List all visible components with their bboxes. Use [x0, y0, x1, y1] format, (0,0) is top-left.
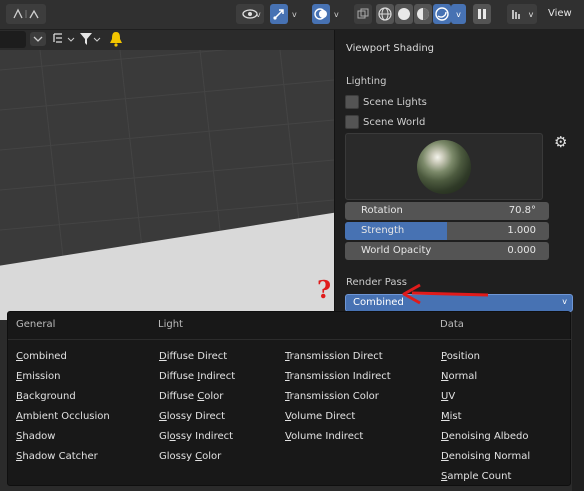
render-pass-option[interactable]: Mist — [441, 407, 530, 427]
overlay-icon[interactable] — [312, 4, 330, 24]
dropdown-value: Combined — [353, 297, 404, 308]
pause-icon[interactable] — [473, 4, 491, 24]
checkbox-box[interactable] — [345, 115, 359, 129]
scene-world-checkbox[interactable]: Scene World — [345, 115, 425, 129]
funnel-filter-icon[interactable] — [79, 32, 101, 49]
render-pass-option[interactable]: Ambient Occlusion — [16, 407, 110, 427]
outliner-filter-icon[interactable] — [52, 32, 76, 49]
checkbox-box[interactable] — [345, 95, 359, 109]
render-pass-option[interactable]: Diffuse Indirect — [159, 367, 235, 387]
render-pass-option[interactable]: Transmission Indirect — [285, 367, 391, 387]
slider-label: Rotation — [361, 205, 403, 216]
mode-field[interactable] — [0, 31, 26, 48]
chevron-down-icon: v — [562, 297, 567, 306]
view-menu[interactable]: View — [548, 8, 572, 19]
chevron-down-icon: v — [456, 9, 461, 19]
strength-slider[interactable]: Strength 1.000 — [345, 222, 549, 240]
solid-shading-icon[interactable] — [395, 4, 413, 24]
chevron-down-icon[interactable]: v — [256, 10, 261, 19]
rotation-slider[interactable]: Rotation 70.8° — [345, 202, 549, 220]
render-pass-option[interactable]: Transmission Direct — [285, 347, 391, 367]
menu-column-transmission: Transmission Direct Transmission Indirect… — [285, 347, 391, 447]
render-pass-option[interactable]: Denoising Albedo — [441, 427, 530, 447]
xray-icon[interactable] — [354, 4, 372, 24]
render-pass-option[interactable]: Transmission Color — [285, 387, 391, 407]
render-pass-option[interactable]: Denoising Normal — [441, 447, 530, 467]
slider-value: 0.000 — [507, 245, 536, 256]
menu-heading-data: Data — [440, 319, 464, 330]
hdri-preview[interactable] — [345, 133, 543, 200]
viewport-subheader — [0, 30, 334, 50]
render-pass-option[interactable]: Normal — [441, 367, 530, 387]
menu-heading-light: Light — [158, 319, 183, 330]
collapse-icon[interactable] — [30, 32, 46, 46]
gizmo-icon[interactable] — [270, 4, 288, 24]
shading-dropdown-icon[interactable]: v — [451, 4, 466, 24]
3d-viewport[interactable] — [0, 50, 334, 320]
menu-divider — [8, 339, 572, 340]
render-pass-option[interactable]: Diffuse Direct — [159, 347, 235, 367]
bell-warning-icon[interactable] — [109, 31, 123, 50]
slider-label: World Opacity — [361, 245, 432, 256]
select-tool-icon[interactable] — [6, 4, 46, 24]
checkbox-label: Scene Lights — [363, 96, 427, 108]
question-mark-annotation: ? — [317, 275, 332, 304]
lighting-heading: Lighting — [346, 76, 387, 87]
menu-column-general: Combined Emission Background Ambient Occlus… — [16, 347, 110, 467]
render-pass-option[interactable]: Volume Indirect — [285, 427, 391, 447]
scene-lights-checkbox[interactable]: Scene Lights — [345, 95, 427, 109]
rendered-shading-icon[interactable] — [433, 4, 451, 24]
render-pass-option[interactable]: Background — [16, 387, 110, 407]
chevron-down-icon[interactable]: v — [292, 10, 297, 19]
render-pass-option[interactable]: UV — [441, 387, 530, 407]
checkbox-label: Scene World — [363, 116, 426, 128]
wireframe-shading-icon[interactable] — [376, 4, 394, 24]
render-pass-option[interactable]: Glossy Indirect — [159, 427, 235, 447]
menu-column-data: Position Normal UV Mist Denoising Albedo Deno… — [441, 347, 530, 487]
menu-heading-general: General — [16, 319, 56, 330]
world-opacity-slider[interactable]: World Opacity 0.000 — [345, 242, 549, 260]
popover-title: Viewport Shading — [346, 43, 435, 54]
slider-label: Strength — [361, 225, 405, 236]
render-pass-menu: General Light Data Combined Emission Backg… — [7, 311, 572, 487]
material-shading-icon[interactable] — [414, 4, 432, 24]
slider-value: 70.8° — [508, 205, 536, 216]
render-pass-option[interactable]: Glossy Direct — [159, 407, 235, 427]
render-pass-option[interactable]: Shadow Catcher — [16, 447, 110, 467]
render-pass-option[interactable]: Position — [441, 347, 530, 367]
sidebar-edge — [572, 300, 584, 491]
render-pass-option[interactable]: Volume Direct — [285, 407, 391, 427]
render-pass-option[interactable]: Sample Count — [441, 467, 530, 487]
slider-value: 1.000 — [507, 225, 536, 236]
render-pass-option[interactable]: Emission — [16, 367, 110, 387]
red-arrow-annotation — [402, 283, 489, 305]
viewport-header: v v v v v View — [0, 0, 584, 30]
viewport-shading-popover: Viewport Shading Lighting Scene Lights S… — [334, 30, 584, 312]
menu-column-light: Diffuse Direct Diffuse Indirect Diffuse Co… — [159, 347, 235, 467]
chevron-down-icon[interactable]: v — [334, 10, 339, 19]
render-pass-option[interactable]: Shadow — [16, 427, 110, 447]
hdri-sphere-image — [417, 140, 471, 194]
render-pass-option[interactable]: Diffuse Color — [159, 387, 235, 407]
gear-icon[interactable]: ⚙ — [554, 133, 567, 151]
chevron-down-icon: v — [528, 9, 534, 19]
render-pass-option[interactable]: Combined — [16, 347, 110, 367]
editor-type-icon[interactable]: v — [507, 4, 537, 24]
render-pass-option[interactable]: Glossy Color — [159, 447, 235, 467]
